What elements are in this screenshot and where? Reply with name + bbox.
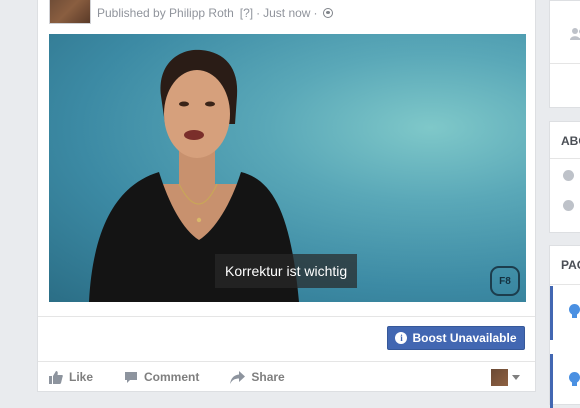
divider <box>550 63 580 64</box>
like-button[interactable]: Like <box>49 370 93 384</box>
boost-unavailable-button[interactable]: i Boost Unavailable <box>387 326 525 350</box>
post-actions-bar: Like Comment Share <box>38 362 535 392</box>
separator-dot: · <box>256 6 261 20</box>
separator-dot-2: · <box>313 6 318 20</box>
divider <box>550 158 580 159</box>
info-icon: i <box>395 332 408 344</box>
like-label: Like <box>69 370 94 384</box>
comment-icon <box>125 371 138 383</box>
globe-icon[interactable] <box>323 8 334 18</box>
comment-button[interactable]: Comment <box>124 370 199 384</box>
divider <box>38 316 535 317</box>
boost-button-label: Boost Unavailable <box>412 331 517 345</box>
lightbulb-icon <box>569 372 580 386</box>
people-icon <box>570 28 580 40</box>
lightbulb-icon <box>569 304 580 318</box>
sidebar-card-top <box>549 0 580 108</box>
divider <box>550 284 580 285</box>
info-circle-icon <box>563 170 574 181</box>
pages-card: PAG <box>549 245 580 408</box>
about-card: ABO <box>549 121 580 233</box>
post-card: Published by Philipp Roth [?] · Just now… <box>37 0 536 392</box>
sidebar-row[interactable] <box>550 23 580 53</box>
help-marker[interactable]: [?] <box>240 6 253 20</box>
right-sidebar: ABO PAG <box>549 0 580 408</box>
post-timestamp[interactable]: Just now <box>263 6 310 20</box>
globe-icon <box>563 200 574 211</box>
share-button[interactable]: Share <box>230 370 285 384</box>
comment-label: Comment <box>144 370 200 384</box>
share-arrow-icon <box>230 370 246 384</box>
page-profile-thumbnail[interactable] <box>49 0 91 24</box>
share-label: Share <box>251 370 285 384</box>
pages-heading: PAG <box>561 258 580 272</box>
about-heading: ABO <box>561 134 580 148</box>
video-caption: Korrektur ist wichtig <box>215 254 358 288</box>
post-meta: Published by Philipp Roth [?] · Just now… <box>97 6 334 20</box>
post-as-selector[interactable] <box>491 369 520 386</box>
about-row[interactable] <box>550 160 580 190</box>
avatar <box>491 369 508 386</box>
pages-row[interactable] <box>550 286 580 340</box>
video-player[interactable]: Korrektur ist wichtig F8 <box>49 34 526 302</box>
caret-down-icon <box>512 375 520 380</box>
about-row[interactable] <box>550 190 580 220</box>
published-by-text[interactable]: Published by Philipp Roth <box>97 6 234 20</box>
f8-watermark: F8 <box>490 266 520 296</box>
thumbs-up-icon <box>49 371 63 384</box>
